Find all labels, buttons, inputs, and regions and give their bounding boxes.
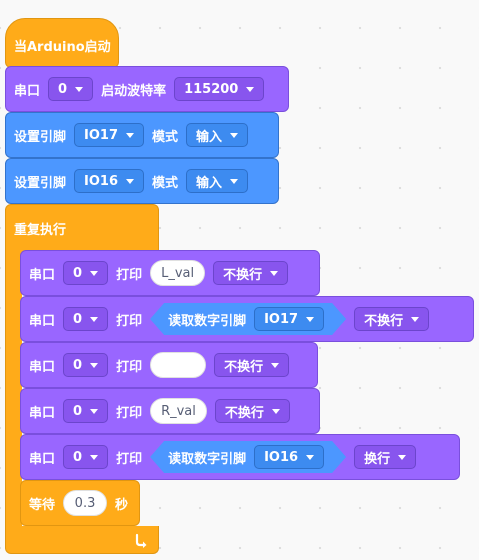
serial-label: 串口 [29,313,56,329]
pin-dropdown[interactable]: IO16 [74,169,144,193]
serial-print-block[interactable]: 串口 0 打印 不换行 [20,342,318,388]
serial-begin-block[interactable]: 串口 0 启动波特率 115200 [5,66,289,112]
serial-port-value: 0 [58,81,68,97]
baud-rate-value: 115200 [184,81,239,97]
newline-value: 不换行 [223,267,263,283]
repeat-forever-block[interactable]: 重复执行 [5,204,159,252]
print-label: 打印 [116,451,143,467]
print-text-input[interactable] [150,352,207,378]
serial-print-block[interactable]: 串口 0 打印 读取数字引脚 IO16 换行 [20,434,460,480]
serial-label: 串口 [29,405,56,421]
mode-value: 输入 [196,129,223,145]
print-label: 打印 [116,313,143,329]
digital-read-reporter[interactable]: 读取数字引脚 IO17 [150,303,346,335]
serial-port-value: 0 [73,311,83,327]
mode-value: 输入 [196,175,223,191]
pin-value: IO16 [84,173,118,189]
when-arduino-starts-block[interactable]: 当Arduino启动 [5,18,119,68]
pin-dropdown[interactable]: IO17 [74,123,144,147]
digital-read-label: 读取数字引脚 [168,451,247,467]
newline-dropdown[interactable]: 不换行 [213,261,289,285]
newline-dropdown[interactable]: 不换行 [354,307,430,331]
baud-label: 启动波特率 [101,83,167,99]
newline-dropdown[interactable]: 换行 [354,445,417,469]
set-pin-label: 设置引脚 [14,175,67,191]
print-label: 打印 [116,405,143,421]
serial-port-dropdown[interactable]: 0 [63,445,109,469]
newline-dropdown[interactable]: 不换行 [214,353,290,377]
wait-label: 等待 [29,497,56,513]
serial-port-value: 0 [73,357,83,373]
pin-value: IO17 [264,311,299,327]
set-pin-label: 设置引脚 [14,129,67,145]
repeat-label: 重复执行 [14,223,67,238]
print-label: 打印 [116,359,143,375]
pin-dropdown[interactable]: IO16 [254,445,324,469]
caret-down-icon [246,87,255,92]
serial-port-value: 0 [73,265,83,281]
digital-read-label: 读取数字引脚 [168,313,247,329]
pin-dropdown[interactable]: IO17 [254,307,324,331]
serial-print-block[interactable]: 串口 0 打印 R_val 不换行 [20,388,320,434]
caret-down-icon [230,133,239,138]
serial-port-dropdown[interactable]: 0 [63,307,109,331]
pin-value: IO16 [264,449,299,465]
caret-down-icon [306,455,314,460]
caret-down-icon [90,455,99,460]
print-text-input[interactable]: R_val [150,398,207,424]
serial-port-dropdown[interactable]: 0 [63,261,109,285]
caret-down-icon [306,317,314,322]
set-pin-mode-block-io16[interactable]: 设置引脚 IO16 模式 输入 [5,158,279,204]
caret-down-icon [90,363,99,368]
serial-port-value: 0 [73,403,83,419]
serial-label: 串口 [29,359,56,375]
caret-down-icon [230,179,239,184]
caret-down-icon [90,271,99,276]
serial-print-block[interactable]: 串口 0 打印 L_val 不换行 [20,250,320,296]
caret-down-icon [126,133,134,138]
seconds-unit-label: 秒 [115,497,129,513]
mode-dropdown[interactable]: 输入 [186,169,249,193]
serial-port-dropdown[interactable]: 0 [63,353,109,377]
wait-duration-input[interactable]: 0.3 [63,490,108,516]
caret-down-icon [271,409,280,414]
serial-port-value: 0 [73,449,83,465]
print-text-input[interactable]: L_val [150,260,206,286]
caret-down-icon [398,455,407,460]
caret-down-icon [271,363,280,368]
caret-down-icon [411,317,420,322]
caret-down-icon [90,317,99,322]
newline-value: 不换行 [224,405,264,421]
set-pin-mode-block-io17[interactable]: 设置引脚 IO17 模式 输入 [5,112,279,158]
caret-down-icon [270,271,279,276]
caret-down-icon [126,179,134,184]
serial-port-dropdown[interactable]: 0 [63,399,109,423]
mode-label: 模式 [152,129,179,145]
hat-label: 当Arduino启动 [14,39,111,55]
serial-label: 串口 [29,451,56,467]
serial-print-block[interactable]: 串口 0 打印 读取数字引脚 IO17 不换行 [20,296,474,342]
newline-value: 不换行 [224,359,264,375]
loop-arrow-icon [135,533,147,548]
newline-value: 不换行 [364,313,404,329]
pin-value: IO17 [84,127,118,143]
caret-down-icon [75,87,84,92]
mode-label: 模式 [152,175,179,191]
serial-label: 串口 [29,267,56,283]
digital-read-reporter[interactable]: 读取数字引脚 IO16 [150,441,346,473]
serial-label: 串口 [14,83,41,99]
caret-down-icon [90,409,99,414]
newline-dropdown[interactable]: 不换行 [214,399,290,423]
wait-seconds-block[interactable]: 等待 0.3 秒 [20,480,140,526]
serial-port-dropdown[interactable]: 0 [48,77,94,101]
baud-rate-dropdown[interactable]: 115200 [174,77,265,101]
newline-value: 换行 [364,451,391,467]
mode-dropdown[interactable]: 输入 [186,123,249,147]
print-label: 打印 [116,267,143,283]
